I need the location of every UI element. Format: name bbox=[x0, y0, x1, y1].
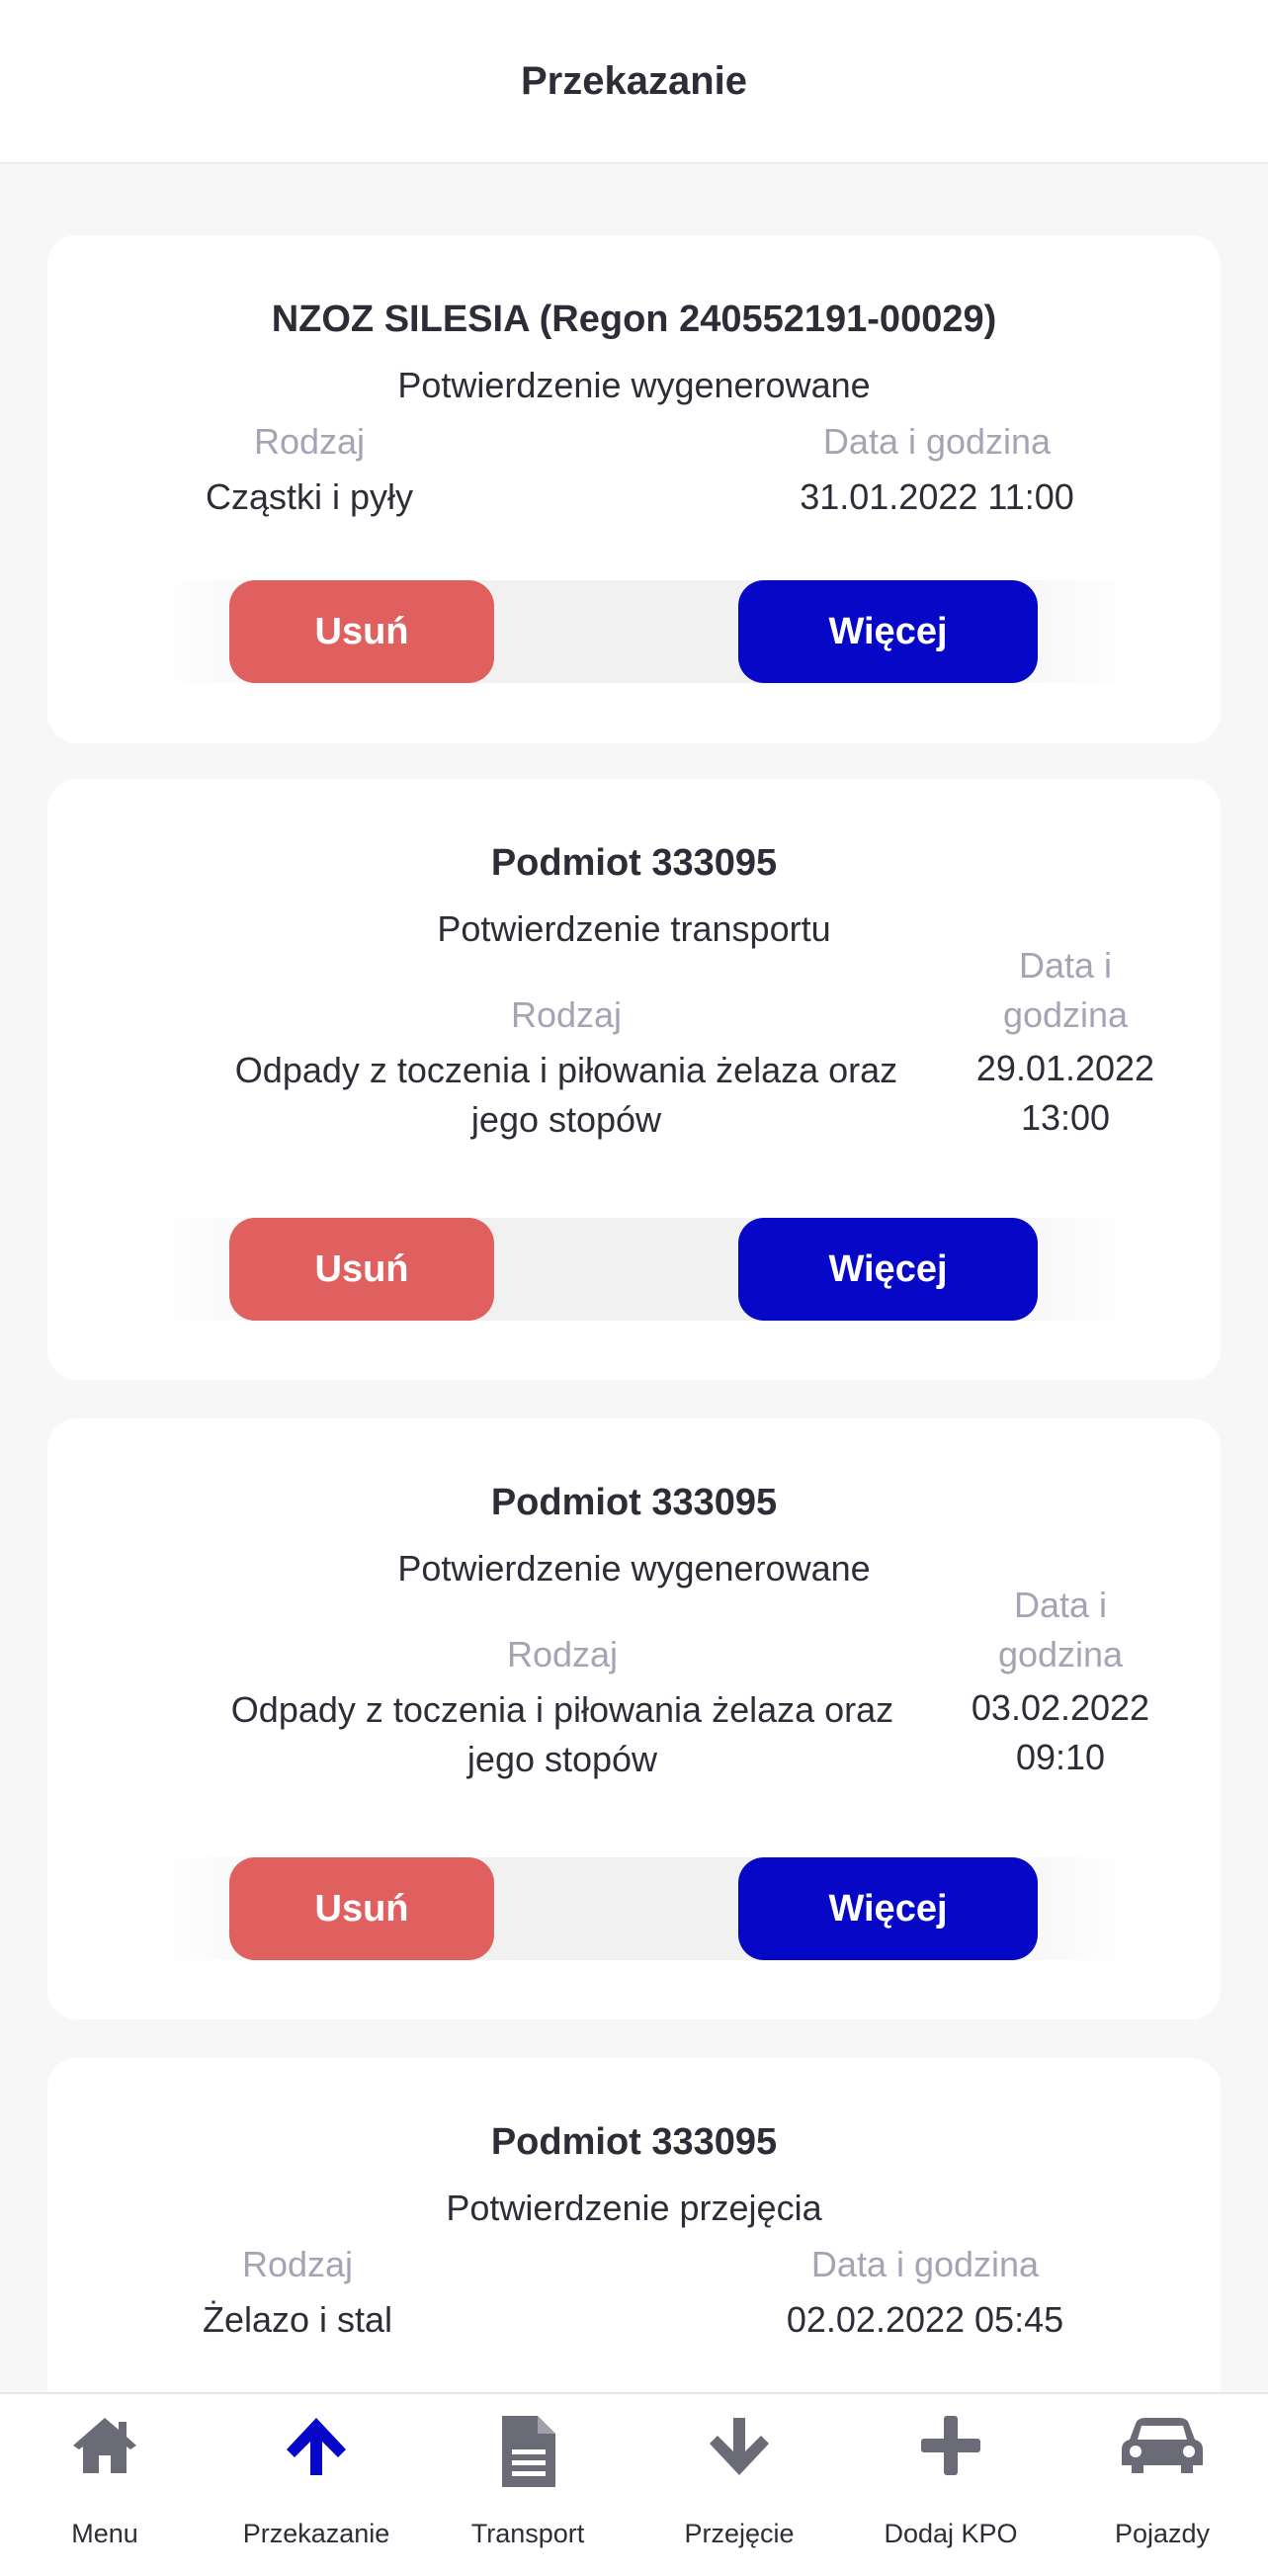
transfer-card: Podmiot 333095 Potwierdzenie transportu … bbox=[47, 779, 1221, 1380]
date-label-line-2: godzina bbox=[1002, 994, 1129, 1035]
date-value: 31.01.2022 11:00 bbox=[800, 476, 1074, 517]
transfer-card: NZOZ SILESIA (Regon 240552191-00029) Pot… bbox=[47, 235, 1221, 743]
date-value: 02.02.2022 05:45 bbox=[786, 2299, 1064, 2340]
card-title: NZOZ SILESIA (Regon 240552191-00029) bbox=[271, 299, 997, 340]
actions-row: Usuń Więcej bbox=[156, 1218, 1135, 1321]
tab-pojazdy[interactable]: Pojazdy bbox=[1063, 2394, 1261, 2576]
date-label: Data i godzina bbox=[822, 421, 1052, 462]
date-column: Data i godzina 03.02.2022 09:10 bbox=[952, 1581, 1169, 1782]
kind-label: Rodzaj bbox=[253, 421, 366, 462]
tab-menu[interactable]: Menu bbox=[6, 2394, 204, 2576]
kind-value: Żelazo i stal bbox=[202, 2299, 393, 2340]
kind-column: Rodzaj Odpady z toczenia i piłowania żel… bbox=[127, 990, 1006, 1145]
transfer-card: Podmiot 333095 Potwierdzenie przejęcia R… bbox=[47, 2058, 1221, 2392]
kind-column: Rodzaj Cząstki i pyły bbox=[127, 417, 492, 522]
header-bar: Przekazanie bbox=[0, 0, 1268, 164]
more-button[interactable]: Więcej bbox=[738, 1857, 1038, 1960]
delete-button[interactable]: Usuń bbox=[229, 1857, 494, 1960]
card-status: Potwierdzenie wygenerowane bbox=[397, 365, 871, 405]
actions-row: Usuń Więcej bbox=[156, 1857, 1135, 1960]
date-value-line-2: 09:10 bbox=[1015, 1737, 1106, 1777]
kind-label: Rodzaj bbox=[241, 2244, 354, 2284]
tab-przejecie[interactable]: Przejęcie bbox=[640, 2394, 838, 2576]
date-label: Data i godzina bbox=[810, 2244, 1040, 2284]
kind-value-line-2: jego stopów bbox=[470, 1099, 662, 1140]
card-title: Podmiot 333095 bbox=[490, 2121, 778, 2163]
document-icon bbox=[492, 2414, 563, 2494]
page-title: Przekazanie bbox=[520, 58, 748, 103]
kind-value: Cząstki i pyły bbox=[205, 476, 414, 517]
card-status: Potwierdzenie przejęcia bbox=[446, 2188, 822, 2228]
transfer-card: Podmiot 333095 Potwierdzenie wygenerowan… bbox=[47, 1418, 1221, 2019]
kind-value-line-1: Odpady z toczenia i piłowania żelaza ora… bbox=[234, 1050, 898, 1090]
tab-label: Transport bbox=[470, 2519, 585, 2548]
kind-value-line-2: jego stopów bbox=[466, 1739, 658, 1779]
tab-label: Menu bbox=[71, 2519, 138, 2548]
kind-value-line-1: Odpady z toczenia i piłowania żelaza ora… bbox=[230, 1689, 894, 1730]
bottom-tab-bar: Menu Przekazanie Transport Przejęcie Dod… bbox=[0, 2392, 1268, 2576]
delete-button[interactable]: Usuń bbox=[229, 580, 494, 683]
delete-button[interactable]: Usuń bbox=[229, 1218, 494, 1321]
date-column: Data i godzina 31.01.2022 11:00 bbox=[729, 417, 1144, 522]
date-value-line-1: 29.01.2022 bbox=[975, 1048, 1155, 1088]
plus-icon bbox=[915, 2414, 986, 2482]
card-title: Podmiot 333095 bbox=[490, 842, 778, 884]
kind-label: Rodzaj bbox=[510, 994, 623, 1035]
tab-label: Pojazdy bbox=[1114, 2519, 1211, 2548]
tab-label: Przekazanie bbox=[242, 2519, 390, 2548]
date-label-line-1: Data i bbox=[1013, 1585, 1108, 1625]
card-title: Podmiot 333095 bbox=[490, 1482, 778, 1523]
date-column: Data i godzina 29.01.2022 13:00 bbox=[957, 941, 1174, 1143]
more-button[interactable]: Więcej bbox=[738, 1218, 1038, 1321]
tab-label: Dodaj KPO bbox=[884, 2519, 1018, 2548]
more-button[interactable]: Więcej bbox=[738, 580, 1038, 683]
date-value-line-1: 03.02.2022 bbox=[971, 1687, 1150, 1728]
date-label-line-2: godzina bbox=[997, 1634, 1124, 1674]
tab-label: Przejęcie bbox=[684, 2519, 795, 2548]
home-icon bbox=[69, 2414, 140, 2482]
tab-transport[interactable]: Transport bbox=[429, 2394, 627, 2576]
transfer-list[interactable]: NZOZ SILESIA (Regon 240552191-00029) Pot… bbox=[0, 164, 1268, 2392]
tab-przekazanie[interactable]: Przekazanie bbox=[217, 2394, 415, 2576]
car-icon bbox=[1118, 2414, 1207, 2482]
date-value-line-2: 13:00 bbox=[1020, 1097, 1111, 1138]
arrow-up-icon bbox=[281, 2414, 352, 2482]
actions-row: Usuń Więcej bbox=[156, 580, 1135, 683]
date-label-line-1: Data i bbox=[1018, 945, 1113, 986]
kind-column: Rodzaj Żelazo i stal bbox=[115, 2240, 480, 2345]
kind-column: Rodzaj Odpady z toczenia i piłowania żel… bbox=[123, 1630, 1002, 1784]
tab-dodaj-kpo[interactable]: Dodaj KPO bbox=[852, 2394, 1050, 2576]
date-column: Data i godzina 02.02.2022 05:45 bbox=[718, 2240, 1133, 2345]
kind-label: Rodzaj bbox=[506, 1634, 619, 1674]
arrow-down-icon bbox=[704, 2414, 775, 2482]
